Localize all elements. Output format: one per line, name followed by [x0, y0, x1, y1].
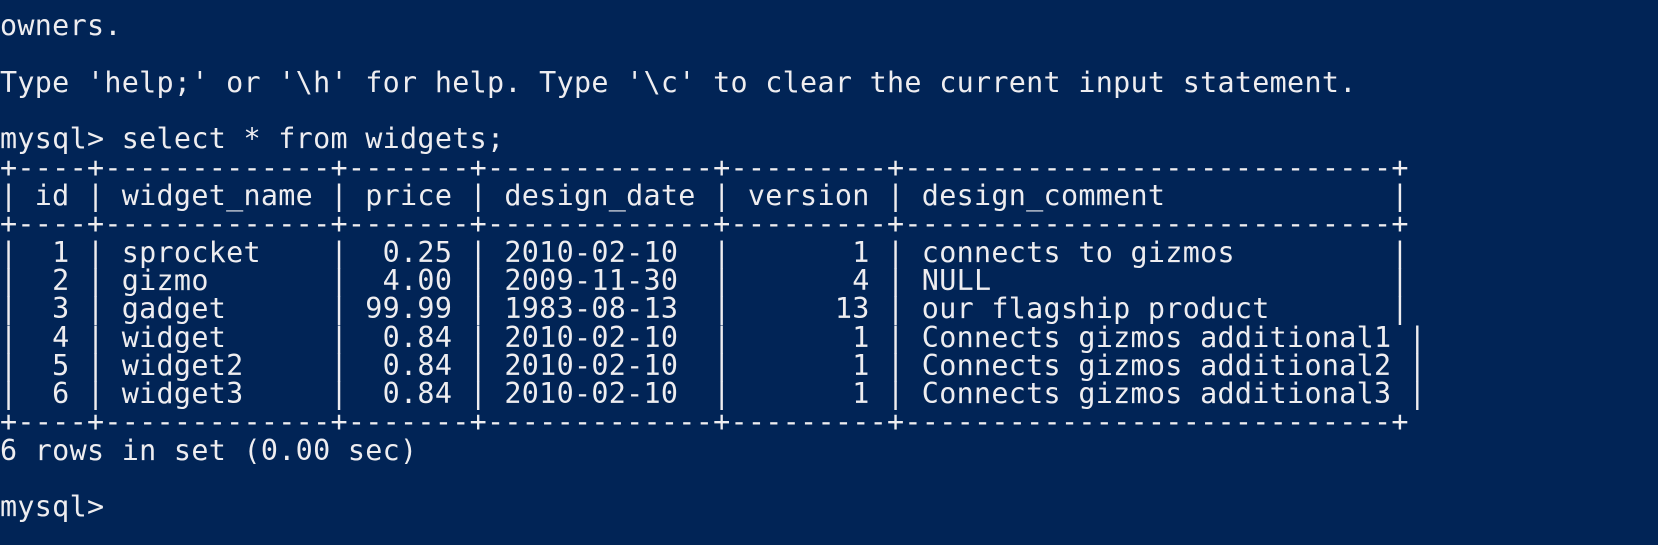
- terminal-line-owners: owners.: [0, 9, 122, 43]
- mysql-prompt: mysql>: [0, 490, 122, 524]
- table-row: | 5 | widget2 | 0.84 | 2010-02-10 | 1 | …: [0, 348, 1427, 382]
- table-row: | 3 | gadget | 99.99 | 1983-08-13 | 13 |…: [0, 292, 1409, 326]
- table-row: | 6 | widget3 | 0.84 | 2010-02-10 | 1 | …: [0, 377, 1427, 411]
- terminal-window[interactable]: owners. Type 'help;' or '\h' for help. T…: [0, 0, 1658, 545]
- table-row: | 2 | gizmo | 4.00 | 2009-11-30 | 4 | NU…: [0, 263, 1409, 297]
- table-border-header: +----+-------------+-------+------------…: [0, 207, 1409, 241]
- table-header-row: | id | widget_name | price | design_date…: [0, 179, 1409, 213]
- mysql-prompt-line[interactable]: mysql>: [0, 493, 1658, 521]
- table-border-bottom: +----+-------------+-------+------------…: [0, 405, 1409, 439]
- help-text-line: Type 'help;' or '\h' for help. Type '\c'…: [0, 65, 1357, 99]
- query-command-line: mysql> select * from widgets;: [0, 122, 505, 156]
- table-row: | 4 | widget | 0.84 | 2010-02-10 | 1 | C…: [0, 320, 1427, 354]
- table-row: | 1 | sprocket | 0.25 | 2010-02-10 | 1 |…: [0, 235, 1409, 269]
- result-summary-line: 6 rows in set (0.00 sec): [0, 433, 418, 467]
- table-border-top: +----+-------------+-------+------------…: [0, 150, 1409, 184]
- terminal-line-cropped: [0, 0, 1658, 12]
